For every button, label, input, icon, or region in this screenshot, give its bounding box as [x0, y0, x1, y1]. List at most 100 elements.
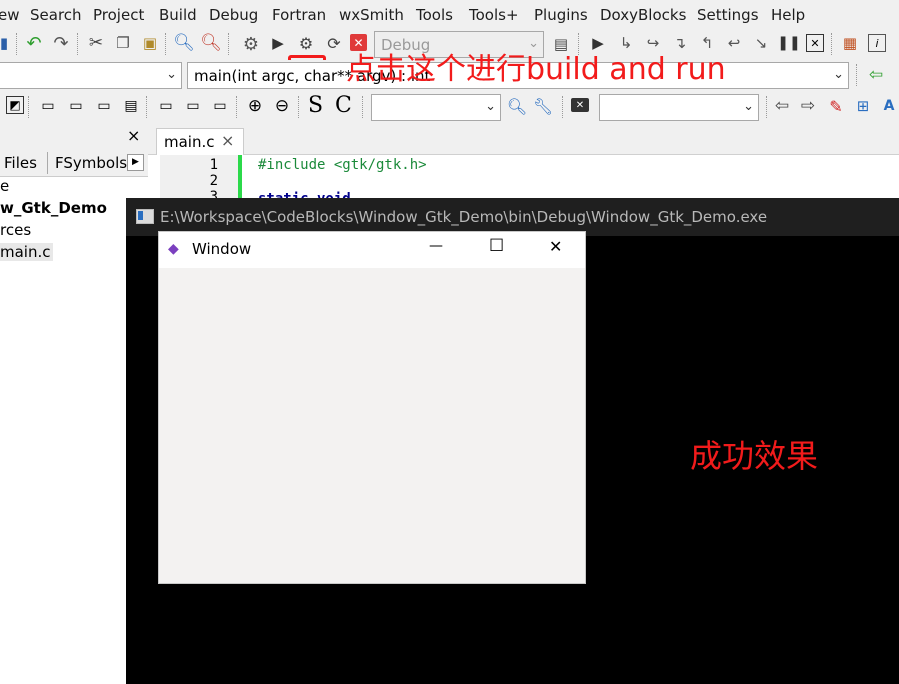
editor-tabs — [148, 124, 899, 155]
undo-icon[interactable]: ↶ — [24, 33, 44, 54]
regex-combo[interactable]: ⌄ — [599, 94, 759, 121]
step-instruction-icon[interactable]: ↘ — [751, 33, 771, 53]
run-icon[interactable]: ▶ — [268, 33, 288, 53]
gtk-maximize-button[interactable]: ☐ — [489, 236, 504, 256]
block-icon[interactable]: ▤ — [121, 96, 141, 116]
build-and-run-icon[interactable]: ⚙ — [296, 33, 316, 53]
menu-plugins[interactable]: Plugins — [534, 6, 588, 24]
chevron-down-icon: ⌄ — [166, 67, 177, 82]
menu-project[interactable]: Project — [93, 6, 144, 24]
toolbar-separator — [146, 96, 149, 118]
chevron-down-icon: ⌄ — [485, 99, 496, 114]
toolbar-separator — [362, 96, 365, 118]
menu-settings[interactable]: Settings — [697, 6, 759, 24]
tab-files[interactable]: Files — [4, 154, 37, 172]
menu-wxsmith[interactable]: wxSmith — [339, 6, 404, 24]
toolbar-separator — [28, 96, 31, 118]
replace-icon[interactable]: 🔍︎ — [200, 33, 222, 53]
gtk-minimize-button[interactable]: — — [429, 238, 443, 254]
frame-icon[interactable]: ▭ — [210, 96, 230, 116]
menu-search[interactable]: Search — [30, 6, 82, 24]
gtk-window — [158, 231, 586, 584]
c-icon[interactable]: C — [335, 93, 352, 118]
tab-fsymbols[interactable]: FSymbols — [55, 154, 127, 172]
text-icon[interactable]: A — [879, 96, 899, 116]
menu-tools[interactable]: Tools — [416, 6, 453, 24]
frame-icon[interactable]: ▭ — [156, 96, 176, 116]
scope-combo[interactable]: ⌄ — [0, 62, 182, 89]
menu-tools-plus[interactable]: Tools+ — [469, 6, 519, 24]
cut-icon[interactable]: ✂ — [86, 33, 106, 53]
rebuild-icon[interactable]: ⟳ — [324, 33, 344, 53]
jump-back-icon[interactable]: ⇦ — [866, 65, 886, 85]
chevron-down-icon: ⌄ — [528, 36, 539, 51]
tree-item-project[interactable]: w_Gtk_Demo — [0, 199, 107, 217]
copy-icon[interactable]: ❐ — [113, 33, 133, 53]
save-all-icon[interactable]: ▮ — [0, 33, 14, 53]
gtk-window-title: Window — [192, 240, 252, 258]
panel-tabs: Files FSymbols ▶ — [0, 150, 148, 177]
pause-icon[interactable]: ❚❚ — [777, 33, 800, 53]
code-line[interactable]: #include <gtk/gtk.h> — [258, 157, 427, 173]
toolbar-separator — [228, 33, 231, 55]
tree-item-main-c[interactable]: main.c — [0, 243, 53, 261]
panel-header — [0, 124, 148, 150]
zoom-in-icon[interactable]: ⊕ — [245, 96, 265, 116]
shape-icon[interactable]: ◩ — [6, 96, 24, 114]
s-icon[interactable]: S — [308, 93, 323, 118]
stop-debug-icon[interactable]: ✕ — [806, 34, 824, 52]
highlight-pen-icon[interactable]: ✎ — [826, 96, 846, 116]
line-number: 1 — [209, 157, 218, 173]
toolbar-separator — [16, 33, 19, 55]
menu-bar: ew Search Project Build Debug Fortran wx… — [0, 0, 899, 30]
menu-fortran[interactable]: Fortran — [272, 6, 326, 24]
success-annotation: 成功效果 — [690, 437, 819, 475]
console-app-icon — [136, 209, 154, 224]
info-icon[interactable]: i — [868, 34, 886, 52]
tab-main-c[interactable]: main.c × — [156, 128, 244, 155]
gtk-window-title-bar: ◆ Window — ☐ ✕ — [159, 232, 585, 268]
arrow-left-icon[interactable]: ⇦ — [772, 96, 792, 116]
tab-scroll-right-icon[interactable]: ▶ — [127, 154, 144, 171]
tree-item[interactable]: e — [0, 177, 9, 195]
zoom-out-icon[interactable]: ⊖ — [272, 96, 292, 116]
wrench-icon[interactable]: 🔧︎ — [533, 96, 553, 116]
toolbar-separator — [298, 96, 301, 118]
search-icon[interactable]: 🔍︎ — [507, 96, 527, 116]
chevron-down-icon: ⌄ — [833, 67, 844, 82]
tab-close-icon[interactable]: × — [221, 131, 234, 150]
editor-toolbar: ◩ ▭ ▭ ▭ ▤ ▭ ▭ ▭ ⊕ ⊖ S C ⌄ 🔍︎ 🔧︎ ✕ ⌄ ⇦ ⇨ … — [0, 90, 899, 124]
paste-icon[interactable]: ▣ — [140, 33, 160, 53]
panel-icon[interactable]: ⊞ — [853, 96, 873, 116]
block-icon[interactable]: ▭ — [66, 96, 86, 116]
block-icon[interactable]: ▭ — [94, 96, 114, 116]
line-number: 2 — [209, 173, 218, 189]
build-run-annotation: 点击这个进行build and run — [346, 52, 726, 87]
menu-help[interactable]: Help — [771, 6, 805, 24]
toolbar-separator — [165, 33, 168, 55]
redo-icon[interactable]: ↷ — [51, 33, 71, 54]
search-combo[interactable]: ⌄ — [371, 94, 501, 121]
tree-item-sources[interactable]: rces — [0, 221, 31, 239]
menu-build[interactable]: Build — [159, 6, 197, 24]
toolbar-separator — [831, 33, 834, 55]
toolbar-separator — [856, 64, 859, 86]
build-gear-icon[interactable]: ⚙ — [241, 34, 261, 55]
menu-view[interactable]: ew — [0, 6, 20, 24]
menu-doxyblocks[interactable]: DoxyBlocks — [600, 6, 686, 24]
toolbar-separator — [77, 33, 80, 55]
debug-windows-icon[interactable]: ▦ — [840, 33, 860, 53]
frame-icon[interactable]: ▭ — [183, 96, 203, 116]
toolbar-separator — [236, 96, 239, 118]
arrow-right-icon[interactable]: ⇨ — [798, 96, 818, 116]
gtk-close-button[interactable]: ✕ — [549, 237, 562, 256]
toolbar-separator — [562, 96, 565, 118]
console-title: E:\Workspace\CodeBlocks\Window_Gtk_Demo\… — [160, 208, 768, 226]
next-instruction-icon[interactable]: ↩ — [724, 33, 744, 53]
abort-icon[interactable]: ✕ — [350, 34, 367, 51]
find-icon[interactable]: 🔍︎ — [173, 33, 195, 53]
block-icon[interactable]: ▭ — [38, 96, 58, 116]
panel-close-icon[interactable]: × — [127, 126, 140, 145]
clear-icon[interactable]: ✕ — [571, 98, 589, 112]
menu-debug[interactable]: Debug — [209, 6, 258, 24]
